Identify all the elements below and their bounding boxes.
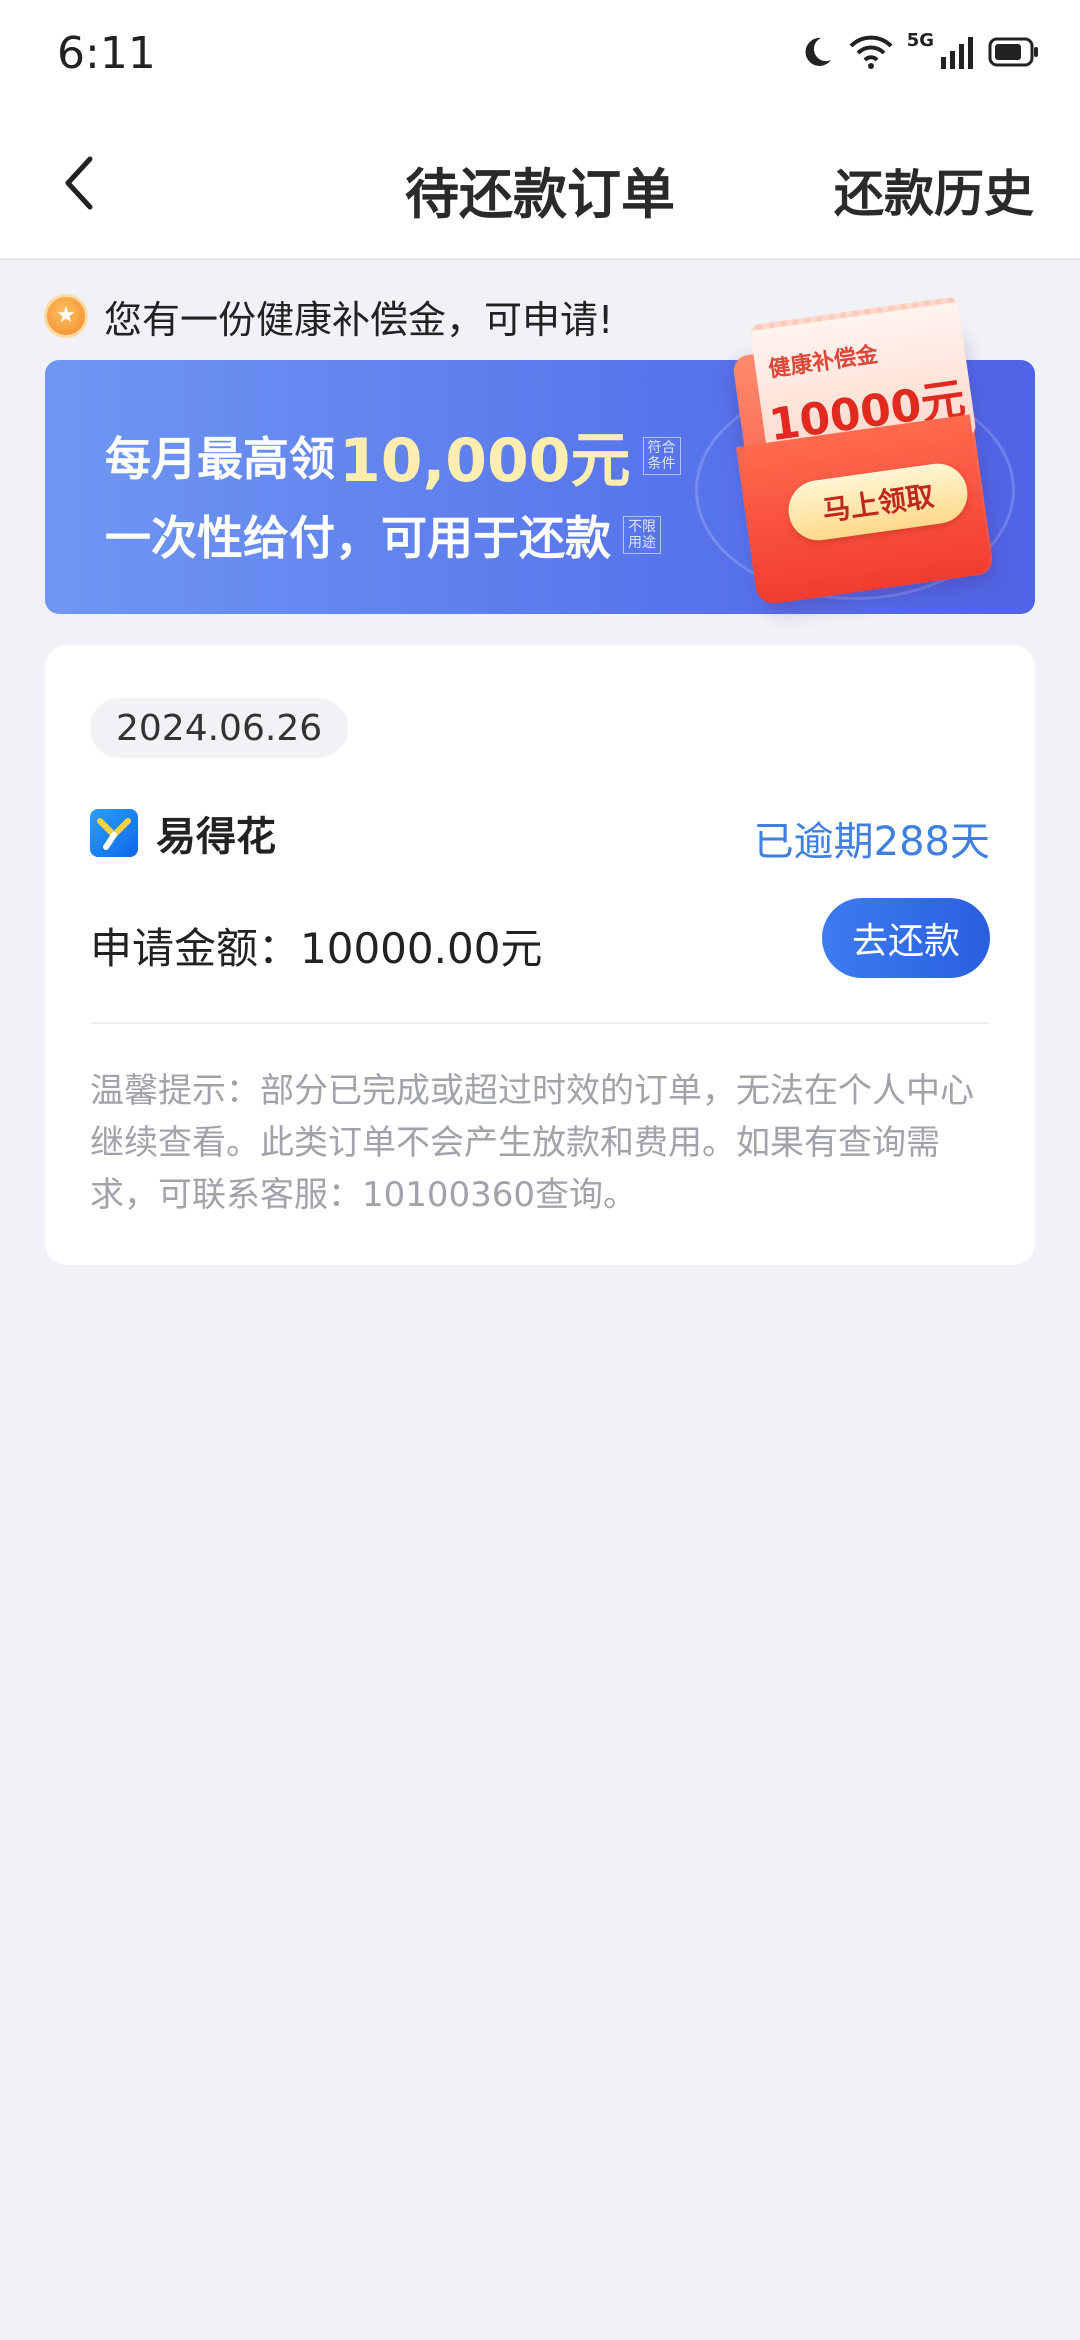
status-time: 6:11 [57,28,156,79]
network-label: 5G [906,29,934,51]
yidehua-logo-icon [90,809,138,857]
brand-name: 易得花 [156,814,276,860]
signal-icon [940,35,974,69]
status-bar: 6:11 5G [0,0,1080,110]
amount-row: 申请金额： 10000.00元 [90,915,542,976]
order-card: 2024.06.26 易得花 已逾期288天 申请金额： 10000.00元 去… [45,645,1035,1265]
status-icons: 5G [799,30,1040,74]
banner-line2: 一次性给付，可用于还款 不限用途 [105,502,661,568]
banner-line1-prefix: 每月最高领 [105,431,335,486]
banner-amount: 10,000元 [339,426,631,496]
nav-bar: 待还款订单 还款历史 [0,110,1080,260]
notice-text: 您有一份健康补偿金，可申请! [104,297,614,342]
moon-icon [799,34,835,70]
wifi-icon [849,34,893,70]
overdue-status: 已逾期288天 [753,819,990,865]
banner-tag-unlimited: 不限用途 [623,516,661,554]
back-button[interactable] [48,152,108,218]
banner-tag-eligible: 符合条件 [642,436,681,475]
amount-label: 申请金额： [90,924,301,973]
battery-icon [988,37,1040,67]
divider [90,1022,990,1024]
brand-row: 易得花 [90,805,276,861]
amount-value: 10000.00元 [300,924,543,973]
chevron-left-icon [58,153,98,217]
medal-icon: ★ [44,294,88,338]
banner-line2-text: 一次性给付，可用于还款 [105,511,611,565]
repay-button[interactable]: 去还款 [822,898,990,978]
red-packet[interactable]: 健康补偿金 10000元 马上领取 [728,296,998,610]
order-date: 2024.06.26 [90,698,349,758]
banner-line1: 每月最高领 10,000元 符合条件 [105,412,681,499]
repayment-history-link[interactable]: 还款历史 [834,154,1034,226]
compensation-notice[interactable]: ★ 您有一份健康补偿金，可申请! [44,292,613,342]
tip-text: 温馨提示：部分已完成或超过时效的订单，无法在个人中心继续查看。此类订单不会产生放… [90,1071,974,1215]
